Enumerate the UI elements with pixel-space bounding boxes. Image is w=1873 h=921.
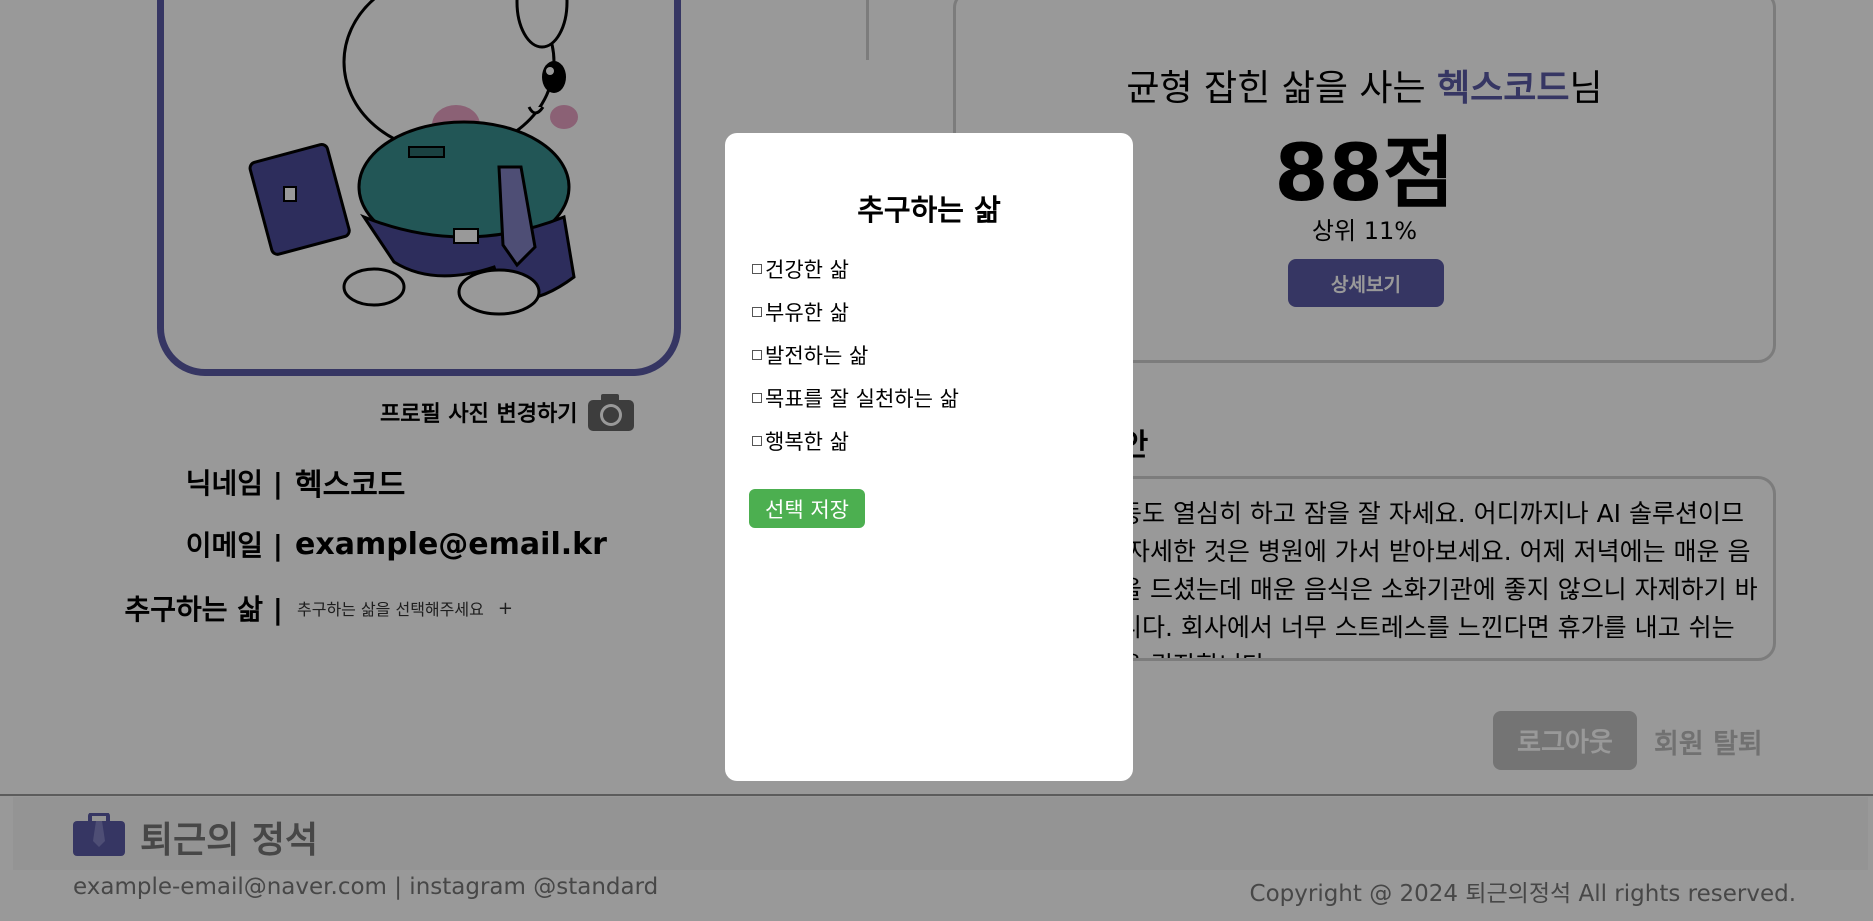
option-label: 건강한 삶 <box>765 257 849 282</box>
option-growing-life[interactable]: 발전하는 삶 <box>752 333 959 376</box>
checkbox[interactable] <box>752 435 762 446</box>
checkbox[interactable] <box>752 263 762 274</box>
option-healthy-life[interactable]: 건강한 삶 <box>752 247 959 290</box>
option-label: 부유한 삶 <box>765 300 849 325</box>
checkbox[interactable] <box>752 349 762 360</box>
life-goal-modal: 추구하는 삶 건강한 삶 부유한 삶 발전하는 삶 목표를 잘 실천하는 삶 행… <box>725 133 1133 781</box>
checkbox[interactable] <box>752 392 762 403</box>
option-wealthy-life[interactable]: 부유한 삶 <box>752 290 959 333</box>
option-label: 행복한 삶 <box>765 429 849 454</box>
option-label: 목표를 잘 실천하는 삶 <box>765 386 959 411</box>
checkbox[interactable] <box>752 306 762 317</box>
modal-title: 추구하는 삶 <box>857 193 1001 227</box>
save-selection-button[interactable]: 선택 저장 <box>749 489 865 528</box>
option-label: 발전하는 삶 <box>765 343 869 368</box>
option-goal-life[interactable]: 목표를 잘 실천하는 삶 <box>752 376 959 419</box>
option-happy-life[interactable]: 행복한 삶 <box>752 419 959 462</box>
life-goal-options: 건강한 삶 부유한 삶 발전하는 삶 목표를 잘 실천하는 삶 행복한 삶 <box>752 247 959 462</box>
